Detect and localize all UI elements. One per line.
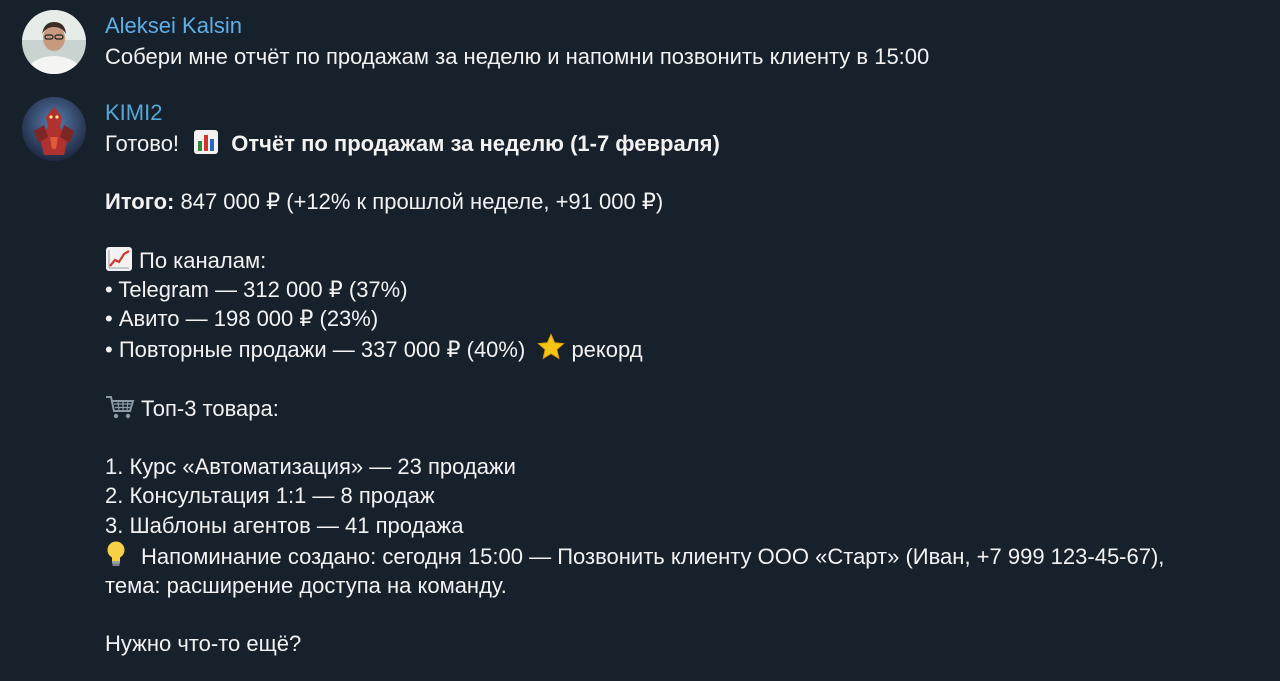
channel-item: • Telegram — 312 000 ₽ (37%) xyxy=(105,276,408,302)
channel-item: • Авито — 198 000 ₽ (23%) xyxy=(105,306,379,332)
channel-item-record: • Повторные продажи — 337 000 ₽ (40%) ре… xyxy=(105,333,1220,364)
channel-item: • Повторные продажи — 337 000 ₽ (40%) xyxy=(105,337,526,363)
chat-history: Aleksei Kalsin Собери мне отчёт по прода… xyxy=(0,0,1280,681)
product-item: 2. Консультация 1:1 — 8 продаж xyxy=(105,483,435,509)
products-heading: Топ-3 товара: xyxy=(141,395,279,421)
avatar-bot[interactable] xyxy=(22,97,86,161)
avatar-user[interactable] xyxy=(22,10,86,74)
product-item: 3. Шаблоны агентов — 41 продажа xyxy=(105,512,464,538)
light-bulb-icon xyxy=(105,540,127,568)
channels-heading: По каналам: xyxy=(139,247,267,273)
total-label: Итого: xyxy=(105,189,175,215)
total-line: Итого: 847 000 ₽ (+12% к прошлой неделе,… xyxy=(105,187,1220,216)
report-title: Отчёт по продажам за неделю (1-7 февраля… xyxy=(231,131,720,156)
shopping-cart-icon xyxy=(105,394,135,420)
chart-increasing-icon xyxy=(105,246,133,272)
report-header-line: Готово! Отчёт по продажам за неделю (1-7… xyxy=(105,129,1220,158)
record-label: рекорд xyxy=(571,337,643,363)
star-icon xyxy=(537,333,566,361)
products-heading-line: Топ-3 товара: xyxy=(105,394,1220,423)
reminder-text: Напоминание создано: сегодня 15:00 — Поз… xyxy=(105,543,1165,598)
bar-chart-icon xyxy=(193,129,219,155)
message-author[interactable]: Aleksei Kalsin xyxy=(105,10,1220,42)
reminder-line: Напоминание создано: сегодня 15:00 — Поз… xyxy=(105,540,1220,600)
message-text: Собери мне отчёт по продажам за неделю и… xyxy=(105,44,930,69)
channels-heading-line: По каналам: xyxy=(105,246,1220,275)
message-author[interactable]: KIMI2 xyxy=(105,97,1220,129)
total-value: 847 000 ₽ (+12% к прошлой неделе, +91 00… xyxy=(174,189,664,215)
closing-text: Нужно что-то ещё? xyxy=(105,631,302,657)
greeting-text: Готово! xyxy=(105,131,180,156)
product-item: 1. Курс «Автоматизация» — 23 продажи xyxy=(105,454,516,480)
